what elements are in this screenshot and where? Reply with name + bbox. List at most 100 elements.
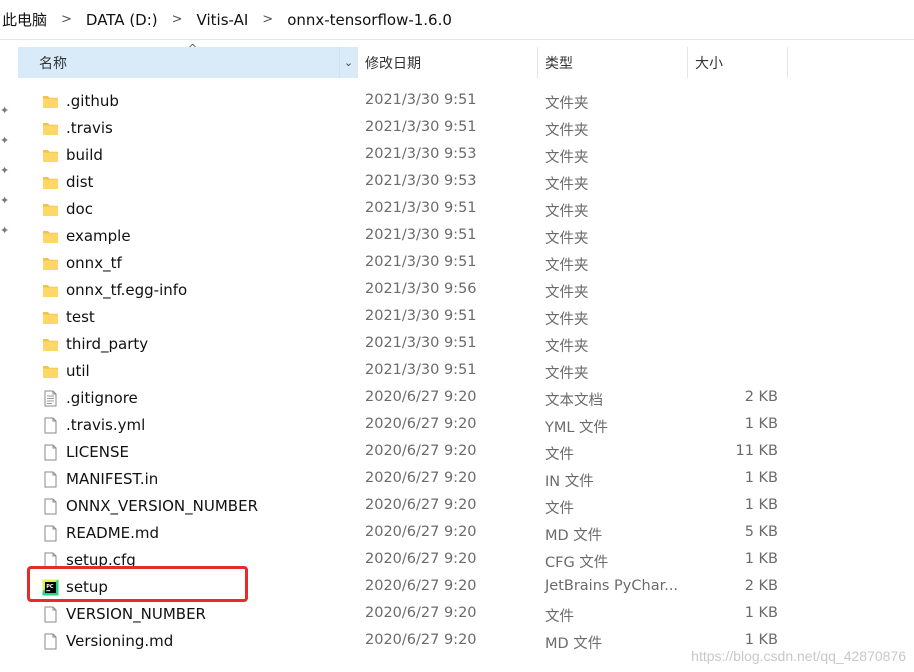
file-row[interactable]: onnx_tf.egg-info 2021/3/30 9:56 文件夹 [0, 277, 914, 304]
folder-icon [42, 282, 59, 299]
column-size-label: 大小 [695, 55, 723, 72]
file-type: 文件夹 [545, 150, 589, 166]
file-row[interactable]: README.md 2020/6/27 9:20 MD 文件 5 KB [0, 520, 914, 547]
file-name: .github [66, 92, 119, 110]
breadcrumb-data-drive[interactable]: DATA (D:) [84, 11, 160, 29]
file-date: 2020/6/27 9:20 [365, 578, 477, 594]
file-row[interactable]: VERSION_NUMBER 2020/6/27 9:20 文件 1 KB [0, 601, 914, 628]
column-header-name[interactable]: ^ 名称 [18, 42, 358, 78]
file-date: 2020/6/27 9:20 [365, 605, 477, 621]
file-type: 文本文档 [545, 393, 603, 409]
file-type: 文件夹 [545, 231, 589, 247]
file-type: MD 文件 [545, 528, 603, 544]
column-header: ^ 名称 ⌄ 修改日期 类型 大小 [18, 42, 788, 78]
column-header-size[interactable]: 大小 [688, 47, 788, 78]
file-name: onnx_tf [66, 254, 122, 272]
file-name: test [66, 308, 95, 326]
breadcrumb-onnx-tensorflow[interactable]: onnx-tensorflow-1.6.0 [285, 11, 454, 29]
file-size: 1 KB [744, 470, 778, 486]
file-name: README.md [66, 524, 160, 542]
file-icon [42, 525, 59, 542]
file-type: YML 文件 [545, 420, 609, 436]
file-size: 1 KB [744, 497, 778, 513]
file-row[interactable]: LICENSE 2020/6/27 9:20 文件 11 KB [0, 439, 914, 466]
file-type: 文件 [545, 609, 574, 625]
chevron-right-icon[interactable]: > [49, 12, 84, 27]
column-type-label: 类型 [545, 55, 573, 72]
column-filter-dropdown[interactable]: ⌄ [339, 47, 358, 78]
file-date: 2021/3/30 9:51 [365, 200, 477, 216]
file-icon [42, 498, 59, 515]
chevron-right-icon[interactable]: > [250, 12, 285, 27]
file-name: ONNX_VERSION_NUMBER [66, 497, 258, 515]
file-name: dist [66, 173, 94, 191]
file-type: 文件夹 [545, 339, 589, 355]
file-size: 5 KB [744, 524, 778, 540]
file-type: 文件夹 [545, 177, 589, 193]
file-row[interactable]: MANIFEST.in 2020/6/27 9:20 IN 文件 1 KB [0, 466, 914, 493]
folder-icon [42, 201, 59, 218]
text-file-icon [42, 390, 59, 407]
folder-icon [42, 336, 59, 353]
file-date: 2020/6/27 9:20 [365, 524, 477, 540]
highlight-box [27, 566, 248, 602]
file-type: 文件 [545, 501, 574, 517]
file-name: .travis [66, 119, 113, 137]
file-date: 2021/3/30 9:51 [365, 308, 477, 324]
file-icon [42, 633, 59, 650]
column-header-date[interactable]: 修改日期 [358, 47, 538, 78]
column-header-type[interactable]: 类型 [538, 47, 688, 78]
file-row[interactable]: .gitignore 2020/6/27 9:20 文本文档 2 KB [0, 385, 914, 412]
file-date: 2021/3/30 9:51 [365, 335, 477, 351]
file-row[interactable]: .github 2021/3/30 9:51 文件夹 [0, 88, 914, 115]
breadcrumb-vitis-ai[interactable]: Vitis-AI [195, 11, 251, 29]
folder-icon [42, 228, 59, 245]
file-row[interactable]: doc 2021/3/30 9:51 文件夹 [0, 196, 914, 223]
file-name: LICENSE [66, 443, 129, 461]
breadcrumb-this-pc[interactable]: 此电脑 [0, 9, 49, 30]
file-name: build [66, 146, 103, 164]
folder-icon [42, 255, 59, 272]
file-date: 2021/3/30 9:53 [365, 146, 477, 162]
file-size: 2 KB [744, 578, 778, 594]
file-row[interactable]: util 2021/3/30 9:51 文件夹 [0, 358, 914, 385]
column-name-label: 名称 [39, 55, 67, 72]
file-row[interactable]: dist 2021/3/30 9:53 文件夹 [0, 169, 914, 196]
file-type: 文件夹 [545, 258, 589, 274]
file-name: VERSION_NUMBER [66, 605, 206, 623]
file-size: 11 KB [735, 443, 778, 459]
file-type: 文件夹 [545, 123, 589, 139]
file-date: 2020/6/27 9:20 [365, 389, 477, 405]
file-name: MANIFEST.in [66, 470, 159, 488]
file-type: 文件夹 [545, 312, 589, 328]
file-size: 1 KB [744, 551, 778, 567]
file-date: 2021/3/30 9:51 [365, 254, 477, 270]
file-row[interactable]: third_party 2021/3/30 9:51 文件夹 [0, 331, 914, 358]
sort-ascending-icon: ^ [188, 42, 198, 55]
file-type: 文件夹 [545, 204, 589, 220]
file-date: 2021/3/30 9:53 [365, 173, 477, 189]
file-row[interactable]: ONNX_VERSION_NUMBER 2020/6/27 9:20 文件 1 KB [0, 493, 914, 520]
file-type: CFG 文件 [545, 555, 609, 571]
chevron-right-icon[interactable]: > [160, 12, 195, 27]
file-date: 2021/3/30 9:51 [365, 92, 477, 108]
file-name: Versioning.md [66, 632, 174, 650]
file-row[interactable]: .travis.yml 2020/6/27 9:20 YML 文件 1 KB [0, 412, 914, 439]
file-icon [42, 606, 59, 623]
folder-icon [42, 309, 59, 326]
file-date: 2020/6/27 9:20 [365, 416, 477, 432]
file-size: 2 KB [744, 389, 778, 405]
file-row[interactable]: .travis 2021/3/30 9:51 文件夹 [0, 115, 914, 142]
file-name: example [66, 227, 131, 245]
file-row[interactable]: test 2021/3/30 9:51 文件夹 [0, 304, 914, 331]
file-date: 2020/6/27 9:20 [365, 470, 477, 486]
file-row[interactable]: example 2021/3/30 9:51 文件夹 [0, 223, 914, 250]
file-row[interactable]: onnx_tf 2021/3/30 9:51 文件夹 [0, 250, 914, 277]
file-size: 1 KB [744, 416, 778, 432]
file-date: 2020/6/27 9:20 [365, 497, 477, 513]
file-row[interactable]: build 2021/3/30 9:53 文件夹 [0, 142, 914, 169]
file-date: 2020/6/27 9:20 [365, 443, 477, 459]
file-type: MD 文件 [545, 636, 603, 652]
file-icon [42, 417, 59, 434]
file-name: util [66, 362, 90, 380]
